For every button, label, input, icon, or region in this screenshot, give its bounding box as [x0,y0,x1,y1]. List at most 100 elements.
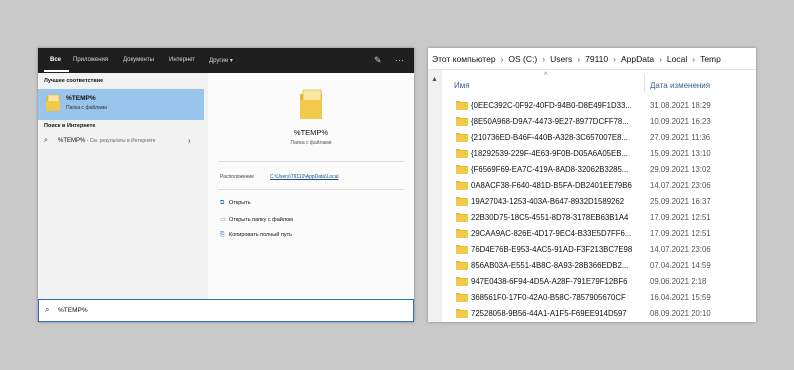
file-date: 25.09.2021 16:37 [650,197,711,206]
folder-icon [46,94,60,111]
details-title: %TEMP% [293,128,329,137]
list-item[interactable]: 0A8ACF38-F640-481D-B5FA-DB2401EE79B6 14.0… [442,178,756,194]
folder-icon [456,293,468,302]
chevron-right-icon[interactable]: › [692,54,695,64]
list-item[interactable]: 76D4E76B-E953-4AC5-91AD-F3F213BC7E98 14.0… [442,242,756,258]
chevron-right-icon[interactable]: › [542,54,545,64]
breadcrumb-this-pc[interactable]: Этот компьютер [432,54,496,64]
file-name: {0EEC392C-0F92-40FD-94B0-D8E49F1D33... [471,101,632,110]
breadcrumb-users[interactable]: Users [550,54,572,64]
list-item[interactable]: 856AB03A-E551-4B8C-8A93-28B366EDB2... 07.… [442,258,756,274]
breadcrumb-user[interactable]: 79110 [585,54,608,64]
web-search-subtext: - См. результаты в Интернете [85,138,156,144]
folder-icon [456,149,468,158]
best-match-subtitle: Папка с файлами [66,105,108,111]
breadcrumb-appdata[interactable]: AppData [621,54,654,64]
list-item[interactable]: 72528058-9B56-44A1-A1F5-F69EE914D597 08.0… [442,306,756,322]
tab-apps[interactable]: Приложения [73,57,108,63]
open-folder-icon: ▭ [220,217,226,223]
list-item[interactable]: 29CAA9AC-826E-4D17-9EC4-B33E5D7FF6... 17.… [442,226,756,242]
divider [218,189,404,190]
chevron-right-icon[interactable]: › [577,54,580,64]
file-name: 22B30D75-18C5-4551-8D78-3178EB63B1A4 [471,213,629,222]
scroll-up-icon[interactable]: ▲ [431,76,438,83]
file-date: 29.09.2021 13:02 [650,165,711,174]
more-options-icon[interactable]: ··· [395,54,404,66]
location-link[interactable]: C:\Users\79110\AppData\Local [270,174,339,180]
file-name: 368561F0-17F0-42A0-B58C-7857905670CF [471,293,626,302]
file-list: {0EEC392C-0F92-40FD-94B0-D8E49F1D33... 31… [442,98,756,322]
list-item[interactable]: {0EEC392C-0F92-40FD-94B0-D8E49F1D33... 31… [442,98,756,114]
details-pane: %TEMP% Папка с файлами Расположение C:\U… [208,73,414,299]
tab-other[interactable]: Другие ▾ [209,57,233,64]
file-name: 72528058-9B56-44A1-A1F5-F69EE914D597 [471,309,627,318]
column-header: ^ Имя Дата изменения [442,70,756,94]
chevron-right-icon[interactable]: › [613,54,616,64]
breadcrumb-local[interactable]: Local [667,54,687,64]
column-divider[interactable] [644,74,645,92]
list-item[interactable]: {8E50A968-D9A7-4473-9E27-8977DCFF78... 10… [442,114,756,130]
breadcrumb-os-c[interactable]: OS (C:) [508,54,537,64]
search-window: Все Приложения Документы Интернет Другие… [38,48,414,322]
feedback-icon[interactable]: ✎ [374,54,382,66]
chevron-right-icon[interactable]: › [188,136,191,145]
tab-documents[interactable]: Документы [123,57,154,63]
column-name[interactable]: Имя [454,81,470,90]
web-search-item[interactable]: ⌕ %TEMP% - См. результаты в Интернете › [38,135,204,149]
best-match-title: %TEMP% [66,95,96,102]
file-date: 15.09.2021 13:10 [650,149,711,158]
folder-icon [456,245,468,254]
best-match-item[interactable]: %TEMP% Папка с файлами [38,89,204,120]
chevron-right-icon[interactable]: › [501,54,504,64]
nav-scrollbar[interactable]: ▲ [428,70,442,322]
copy-path-action[interactable]: ⎘ Копировать полный путь [220,232,292,242]
chevron-right-icon[interactable]: › [659,54,662,64]
open-icon: ⧉ [220,200,225,206]
list-item[interactable]: 947E0438-6F94-4D5A-A28F-791E79F12BF6 09.0… [442,274,756,290]
list-item[interactable]: {F6569F69-EA7C-419A-8AD8-32062B3285... 29… [442,162,756,178]
file-date: 17.09.2021 12:51 [650,229,711,238]
open-folder-action[interactable]: ▭ Открыть папку с файлом [220,216,293,226]
results-pane: Лучшее соответствие %TEMP% Папка с файла… [38,73,208,299]
file-name: 29CAA9AC-826E-4D17-9EC4-B33E5D7FF6... [471,229,632,238]
folder-icon [456,101,468,110]
web-search-heading: Поиск в Интернете [44,123,96,129]
file-date: 14.07.2021 23:06 [650,181,711,190]
open-action[interactable]: ⧉ Открыть [220,200,251,210]
file-date: 31.08.2021 18:29 [650,101,711,110]
file-date: 07.04.2021 14:59 [650,261,711,270]
list-item[interactable]: 19A27043-1253-403A-B647-8932D1589262 25.0… [442,194,756,210]
file-date: 08.09.2021 20:10 [650,309,711,318]
folder-icon [456,133,468,142]
search-icon: ⌕ [45,305,50,314]
file-name: {8E50A968-D9A7-4473-9E27-8977DCFF78... [471,117,629,126]
column-date[interactable]: Дата изменения [650,81,710,90]
search-icon: ⌕ [44,137,48,144]
address-bar[interactable]: Этот компьютер › OS (C:) › Users › 79110 › AppDa… [428,48,756,70]
tab-internet[interactable]: Интернет [169,57,195,63]
folder-icon [456,197,468,206]
search-input[interactable]: ⌕ %TEMP% [38,299,414,322]
folder-icon [456,213,468,222]
file-name: 856AB03A-E551-4B8C-8A93-28B366EDB2... [471,261,629,270]
file-name: {18292539-229F-4E63-9F0B-D05A6A05EB... [471,149,628,158]
search-input-value[interactable]: %TEMP% [58,307,88,314]
breadcrumb-temp[interactable]: Temp [700,54,721,64]
file-name: 947E0438-6F94-4D5A-A28F-791E79F12BF6 [471,277,628,286]
list-item[interactable]: 22B30D75-18C5-4551-8D78-3178EB63B1A4 17.0… [442,210,756,226]
search-tabbar: Все Приложения Документы Интернет Другие… [38,48,414,73]
file-date: 10.09.2021 16:23 [650,117,711,126]
file-date: 27.09.2021 11:36 [650,133,711,142]
active-tab-indicator [44,70,69,72]
file-name: {210736ED-B46F-440B-A328-3C657007E8... [471,133,628,142]
file-name: {F6569F69-EA7C-419A-8AD8-32062B3285... [471,165,629,174]
list-item[interactable]: {18292539-229F-4E63-9F0B-D05A6A05EB... 15… [442,146,756,162]
list-item[interactable]: 368561F0-17F0-42A0-B58C-7857905670CF 16.0… [442,290,756,306]
folder-large-icon [300,89,322,119]
folder-icon [456,277,468,286]
list-item[interactable]: {210736ED-B46F-440B-A328-3C657007E8... 27… [442,130,756,146]
file-date: 09.06.2021 2:18 [650,277,707,286]
tab-all[interactable]: Все [50,57,61,63]
folder-icon [456,261,468,270]
folder-icon [456,181,468,190]
